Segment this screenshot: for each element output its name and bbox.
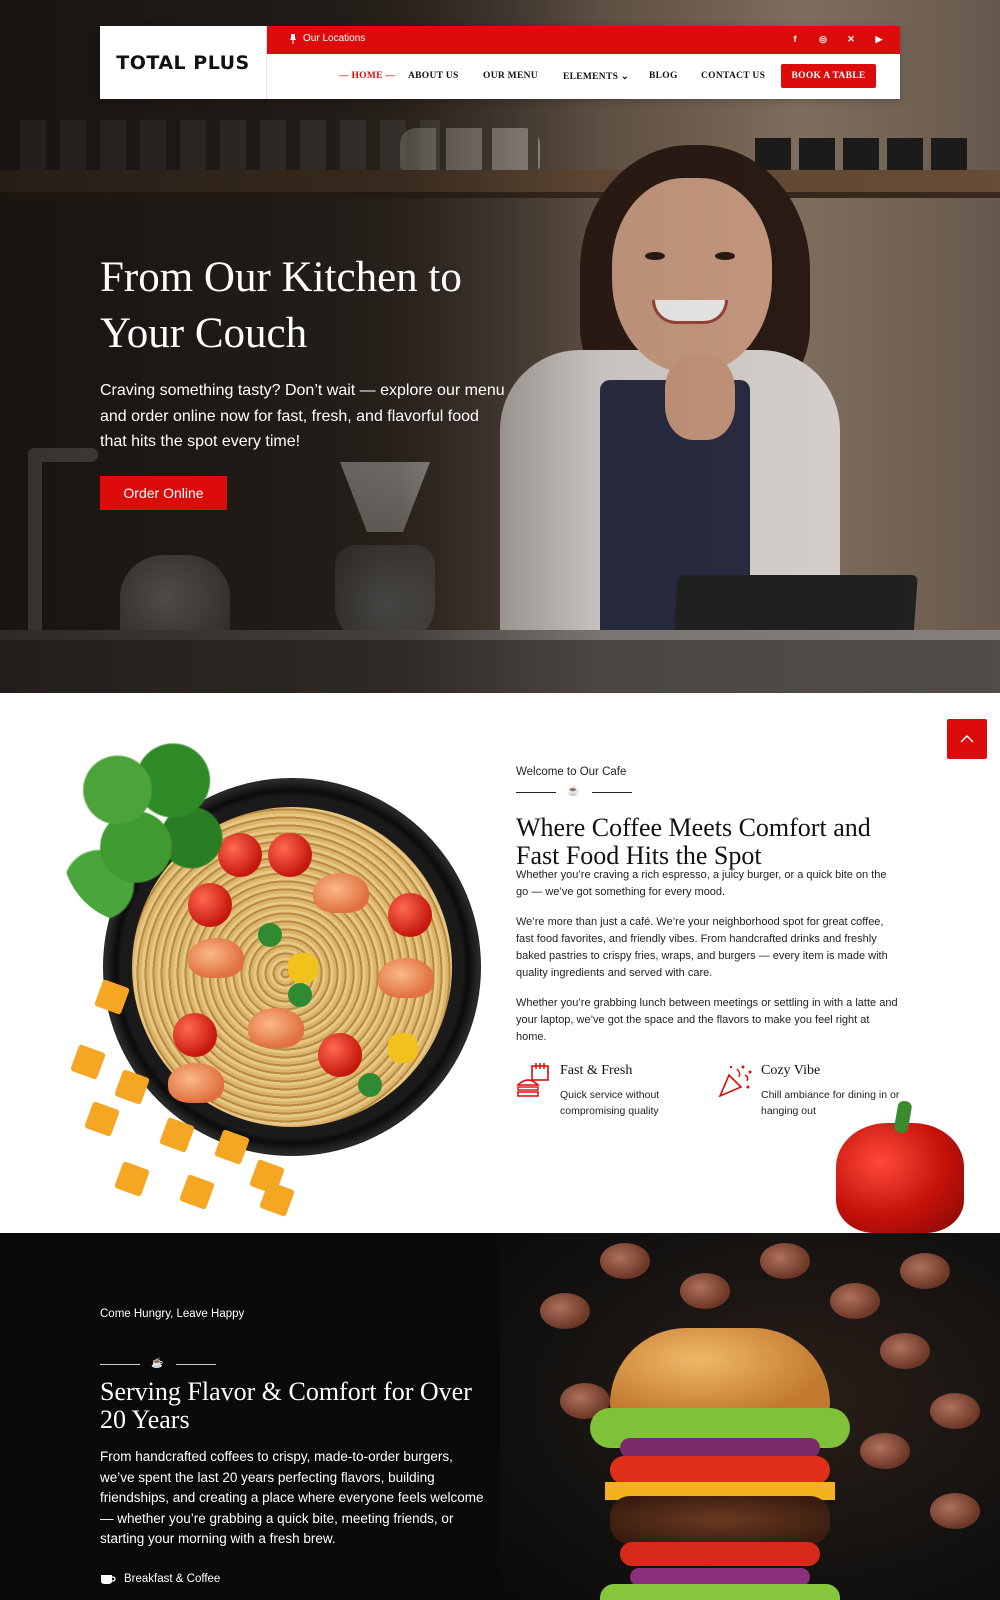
mango-cube [70, 1044, 106, 1080]
logo-box[interactable]: TOTAL PLUS [100, 26, 267, 99]
story-title: Serving Flavor & Comfort for Over 20 Yea… [100, 1377, 472, 1434]
nav-about[interactable]: ABOUT US [408, 71, 459, 81]
tomato-slice [620, 1542, 820, 1566]
youtube-icon[interactable]: ▶ [872, 32, 886, 46]
coffee-icon [101, 1575, 116, 1584]
instagram-icon[interactable]: ◎ [816, 32, 830, 46]
nav-contact[interactable]: CONTACT US [701, 71, 765, 81]
yellow-pepper [388, 1033, 418, 1063]
pin-icon [290, 33, 296, 44]
divider-line [592, 792, 632, 793]
flying-shrimp [680, 1273, 730, 1309]
about-paragraph: Whether you’re grabbing lunch between me… [516, 997, 898, 1043]
food-image [58, 733, 498, 1233]
story-eyebrow: Come Hungry, Leave Happy [100, 1308, 245, 1320]
hero-title-line: Your Couch [100, 310, 308, 357]
hero-title-line: From Our Kitchen to [100, 254, 462, 301]
shrimp [248, 1008, 304, 1048]
hero-text: Craving something tasty? Don’t wait — ex… [100, 382, 505, 450]
flying-shrimp [760, 1243, 810, 1279]
tomato-slice [610, 1456, 830, 1484]
coffee-cup-icon: ☕ [151, 1358, 164, 1369]
tomato [388, 893, 432, 937]
story-feature-label: Breakfast & Coffee [124, 1573, 221, 1585]
pepper-body [836, 1123, 964, 1233]
flying-shrimp [930, 1493, 980, 1529]
feature-desc: Quick service without compromising quali… [560, 1089, 660, 1117]
about-eyebrow: Welcome to Our Cafe [516, 766, 627, 778]
x-icon[interactable]: ✕ [844, 32, 858, 46]
about-paragraph: Whether you’re craving a rich espresso, … [516, 869, 887, 898]
divider-line [516, 792, 556, 793]
kale [62, 733, 247, 923]
divider-line [100, 1364, 140, 1365]
shrimp [378, 958, 434, 998]
coffee-cup-icon: ☕ [567, 786, 580, 797]
lettuce [600, 1584, 840, 1600]
locations-label[interactable]: Our Locations [303, 33, 365, 44]
burger-fries-icon [516, 1063, 549, 1097]
flying-shrimp [860, 1433, 910, 1469]
mango-cube [84, 1101, 120, 1137]
bun-top [610, 1328, 830, 1418]
shrimp [313, 873, 369, 913]
order-online-button[interactable]: Order Online [100, 476, 227, 510]
red-bell-pepper [836, 1100, 964, 1233]
flying-shrimp [880, 1333, 930, 1369]
logo[interactable]: TOTAL PLUS [116, 52, 250, 74]
flying-shrimp [830, 1283, 880, 1319]
basil [258, 923, 282, 947]
party-popper-icon [718, 1065, 752, 1098]
about-divider: ☕ [516, 786, 632, 798]
shrimp [188, 938, 244, 978]
yellow-pepper [288, 953, 318, 983]
flying-shrimp [900, 1253, 950, 1289]
onion [620, 1438, 820, 1458]
scroll-to-top-button[interactable] [947, 719, 987, 759]
hero-title: From Our Kitchen to Your Couch [100, 250, 520, 362]
social-links: f ◎ ✕ ▶ [788, 32, 886, 46]
facebook-icon[interactable]: f [788, 32, 802, 46]
mango-cube [179, 1174, 215, 1210]
top-bar: Our Locations f ◎ ✕ ▶ [267, 26, 900, 54]
chevron-up-icon [960, 735, 974, 743]
locations-link[interactable]: Our Locations [289, 33, 365, 44]
basil [288, 983, 312, 1007]
story-divider: ☕ [100, 1358, 216, 1370]
patty [610, 1496, 830, 1544]
book-table-button[interactable]: BOOK A TABLE [781, 64, 876, 88]
basil [358, 1073, 382, 1097]
feature-title: Fast & Fresh [560, 1063, 633, 1078]
main-nav: — HOME — ABOUT US OUR MENU ELEMENTS ⌄ BL… [267, 54, 900, 99]
story-paragraph: From handcrafted coffees to crispy, made… [100, 1449, 484, 1546]
about-section: Welcome to Our Cafe ☕ Where Coffee Meets… [0, 693, 1000, 1233]
tomato [268, 833, 312, 877]
site-header: TOTAL PLUS Our Locations f ◎ ✕ ▶ — HOME … [100, 26, 900, 99]
flying-shrimp [600, 1243, 650, 1279]
burger [590, 1328, 850, 1600]
flying-shrimp [930, 1393, 980, 1429]
about-paragraph: We’re more than just a café. We’re your … [516, 916, 888, 979]
divider-line [176, 1364, 216, 1365]
feature-title: Cozy Vibe [761, 1063, 821, 1078]
nav-elements[interactable]: ELEMENTS ⌄ [563, 71, 629, 82]
tomato [173, 1013, 217, 1057]
tomato [318, 1033, 362, 1077]
feature-fast-fresh: Fast & Fresh Quick service without compr… [516, 1063, 716, 1123]
nav-menu[interactable]: OUR MENU [483, 71, 538, 81]
shrimp [168, 1063, 224, 1103]
nav-blog[interactable]: BLOG [649, 71, 678, 81]
story-feature-item: Breakfast & Coffee [100, 1573, 220, 1585]
nav-home[interactable]: — HOME — [339, 71, 395, 81]
about-title: Where Coffee Meets Comfort and Fast Food… [516, 813, 871, 870]
flying-shrimp [540, 1293, 590, 1329]
mango-cube [114, 1161, 150, 1197]
